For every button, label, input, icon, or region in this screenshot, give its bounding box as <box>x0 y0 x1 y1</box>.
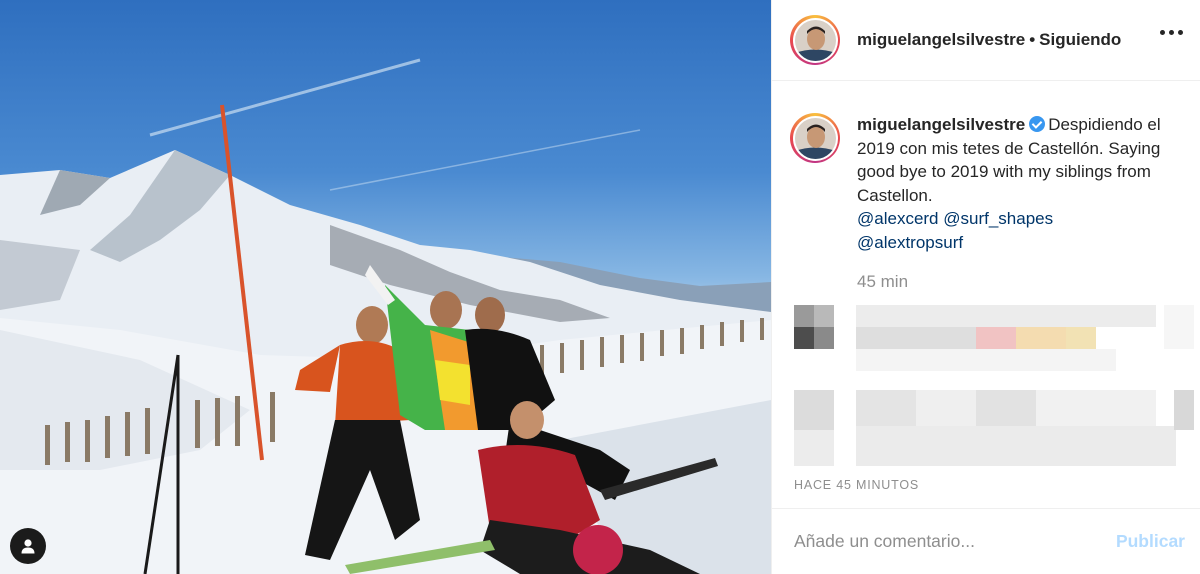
more-options-icon[interactable] <box>1160 30 1183 35</box>
caption-body: miguelangelsilvestre Despidiendo el 2019 … <box>857 113 1190 294</box>
pixelated-comment <box>794 390 1194 466</box>
avatar-photo <box>794 19 836 61</box>
comment-bar: Publicar <box>772 508 1200 574</box>
mention-link[interactable]: @alexcerd <box>857 209 939 228</box>
mention-link[interactable]: @alextropsurf <box>857 233 963 252</box>
avatar-photo <box>794 117 836 159</box>
post-header: miguelangelsilvestre • Siguiendo <box>772 0 1200 81</box>
mention-link[interactable]: @surf_shapes <box>943 209 1053 228</box>
header-separator: • <box>1029 30 1036 49</box>
header-username[interactable]: miguelangelsilvestre <box>857 30 1025 50</box>
post-timestamp: HACE 45 MINUTOS <box>794 478 919 492</box>
post-photo[interactable] <box>0 0 771 574</box>
post-side-panel: miguelangelsilvestre • Siguiendo miguela… <box>771 0 1200 574</box>
caption-avatar[interactable] <box>790 113 840 163</box>
pixelated-comment <box>794 305 1194 371</box>
user-tag-button[interactable] <box>10 528 46 564</box>
comment-input[interactable] <box>794 531 1094 552</box>
verified-badge-icon <box>1029 116 1046 132</box>
user-tag-icon <box>21 539 35 554</box>
avatar[interactable] <box>790 15 840 65</box>
publish-button[interactable]: Publicar <box>1116 531 1185 552</box>
following-button[interactable]: Siguiendo <box>1039 30 1121 50</box>
ski-scene-illustration <box>0 58 771 574</box>
caption-age: 45 min <box>857 272 909 291</box>
caption-username[interactable]: miguelangelsilvestre <box>857 115 1025 134</box>
caption: miguelangelsilvestre Despidiendo el 2019 … <box>790 113 1190 294</box>
